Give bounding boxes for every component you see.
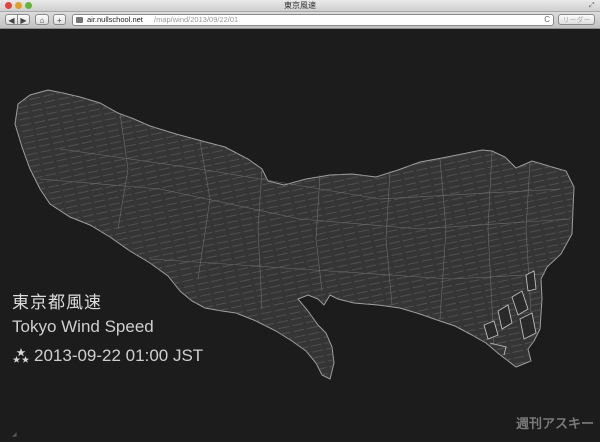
map-title-japanese: 東京都風速 (12, 293, 102, 312)
title-bar: 東京風速 ⤢ (0, 0, 600, 12)
stars-icon[interactable] (12, 347, 30, 365)
forward-button[interactable]: ▶ (17, 14, 30, 25)
fullscreen-icon[interactable]: ⤢ (589, 2, 596, 9)
url-path: /map/wind/2013/09/22/01 (154, 15, 239, 24)
ascii-watermark: 週刊アスキー (515, 417, 594, 432)
resize-corner-icon[interactable]: ◢ (12, 432, 18, 438)
reader-button[interactable]: リーダー (558, 14, 595, 25)
address-bar[interactable]: air.nullschool.net /map/wind/2013/09/22/… (72, 14, 554, 26)
tokyo-wind-map[interactable] (0, 29, 600, 442)
reload-icon[interactable]: C (544, 15, 550, 25)
browser-toolbar: ◀ ▶ ⌂ + air.nullschool.net /map/wind/201… (0, 12, 600, 29)
add-bookmark-button[interactable]: + (53, 14, 66, 25)
page-viewport: 東京都風速 Tokyo Wind Speed 2013-09-22 01:00 … (0, 29, 600, 442)
url-host: air.nullschool.net (87, 15, 143, 24)
browser-window: 東京風速 ⤢ ◀ ▶ ⌂ + air.nullschool.net /map/w… (0, 0, 600, 442)
home-button[interactable]: ⌂ (35, 14, 49, 25)
map-title-english: Tokyo Wind Speed (12, 317, 154, 336)
datetime-label[interactable]: 2013-09-22 01:00 JST (34, 346, 203, 366)
window-title: 東京風速 (284, 1, 316, 10)
site-favicon-icon (76, 17, 83, 23)
